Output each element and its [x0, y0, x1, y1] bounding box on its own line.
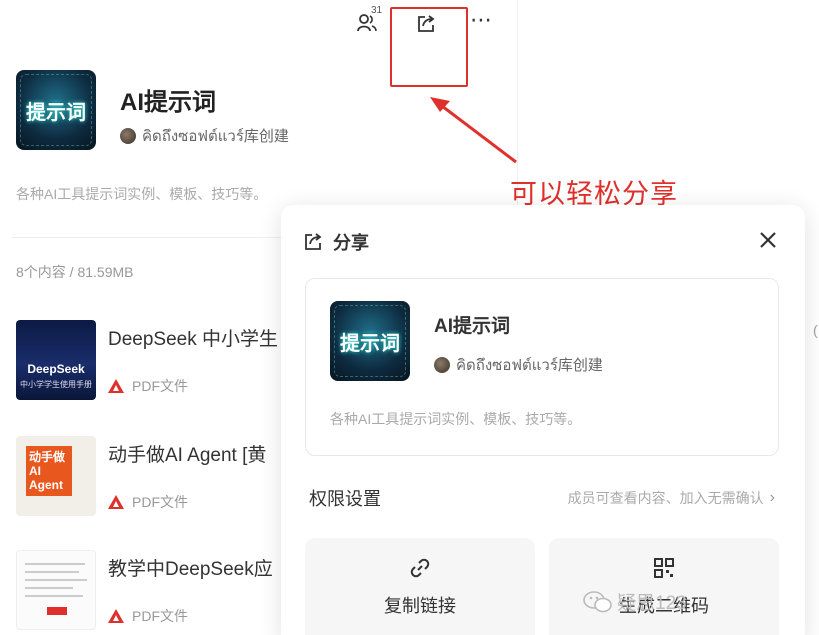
close-icon[interactable] — [757, 229, 779, 251]
thumb-line — [25, 571, 79, 573]
qrcode-icon — [654, 558, 674, 578]
content-stats: 8个内容 / 81.59MB — [16, 264, 134, 280]
file-type: PDF文件 — [108, 492, 188, 512]
dialog-title: 分享 — [333, 233, 369, 253]
permission-value: 成员可查看内容、加入无需确认 — [567, 490, 764, 506]
link-icon — [410, 558, 430, 578]
share-highlight-box — [390, 7, 468, 87]
thumb-subtitle: 中小学学生使用手册 — [20, 380, 92, 389]
file-name: 动手做AI Agent [黄 — [108, 445, 267, 466]
creator-row: คิดถึงซอฟต์แวร์库创建 — [120, 124, 289, 148]
file-thumbnail — [16, 550, 96, 630]
thumb-line — [47, 607, 67, 615]
file-name: DeepSeek 中小学生 — [108, 329, 279, 350]
creator-avatar — [120, 128, 136, 144]
wechat-icon — [583, 590, 612, 612]
thumb-line — [25, 579, 87, 581]
file-type-label: PDF文件 — [132, 378, 188, 394]
annotation-arrow — [430, 97, 517, 164]
more-options-button[interactable]: ⋯ — [470, 8, 492, 32]
watermark-text: 疑思123 — [617, 593, 687, 614]
preview-title: AI提示词 — [434, 316, 511, 337]
pdf-icon — [108, 379, 124, 393]
top-toolbar: 31 ⋯ — [352, 5, 492, 38]
copy-link-label: 复制链接 — [384, 596, 456, 616]
pdf-icon — [108, 609, 124, 623]
cover-text: 提示词 — [340, 330, 400, 355]
chevron-right-icon: › — [769, 489, 775, 506]
thumb-line — [25, 563, 85, 565]
thumb-title: 动手做 AI Agent — [26, 446, 72, 496]
cover-text: 提示词 — [26, 99, 86, 124]
file-thumbnail: 动手做 AI Agent — [16, 436, 96, 516]
generate-qrcode-button[interactable]: 生成二维码 — [549, 538, 779, 635]
members-count: 31 — [371, 5, 383, 16]
dialog-header: 分享 — [303, 229, 369, 255]
creator-name: คิดถึงซอฟต์แวร์库创建 — [142, 128, 289, 145]
file-type-label: PDF文件 — [132, 494, 188, 510]
preview-cover: 提示词 — [330, 301, 410, 381]
pdf-icon — [108, 495, 124, 509]
knowledge-base-title: AI提示词 — [120, 89, 216, 116]
creator-name: คิดถึงซอฟต์แวร์库创建 — [456, 357, 603, 374]
thumb-title: DeepSeek — [27, 362, 85, 376]
knowledge-base-description: 各种AI工具提示词实例、模板、技巧等。 — [16, 186, 268, 202]
thumb-line — [25, 587, 73, 589]
share-dialog: 分享 提示词 AI提示词 คิดถึงซอฟต์แวร์库创建 各种AI工具提示… — [281, 205, 805, 635]
share-preview-card: 提示词 AI提示词 คิดถึงซอฟต์แวร์库创建 各种AI工具提示词实例… — [305, 278, 779, 456]
permission-setting[interactable]: 成员可查看内容、加入无需确认 › — [568, 488, 775, 508]
preview-creator: คิดถึงซอฟต์แวร์库创建 — [434, 353, 603, 377]
permission-label: 权限设置 — [309, 489, 381, 509]
members-button[interactable]: 31 — [352, 5, 383, 38]
share-icon — [305, 233, 322, 250]
preview-description: 各种AI工具提示词实例、模板、技巧等。 — [330, 411, 582, 427]
thumb-line — [25, 595, 83, 597]
file-thumbnail: DeepSeek 中小学学生使用手册 — [16, 320, 96, 400]
file-type-label: PDF文件 — [132, 608, 188, 624]
file-name: 教学中DeepSeek应 — [108, 559, 273, 580]
file-type: PDF文件 — [108, 606, 188, 626]
file-type: PDF文件 — [108, 376, 188, 396]
knowledge-base-cover: 提示词 — [16, 70, 96, 150]
edge-mark: ( — [813, 322, 818, 338]
copy-link-button[interactable]: 复制链接 — [305, 538, 535, 635]
watermark: 疑思123 — [583, 588, 687, 615]
creator-avatar — [434, 357, 450, 373]
